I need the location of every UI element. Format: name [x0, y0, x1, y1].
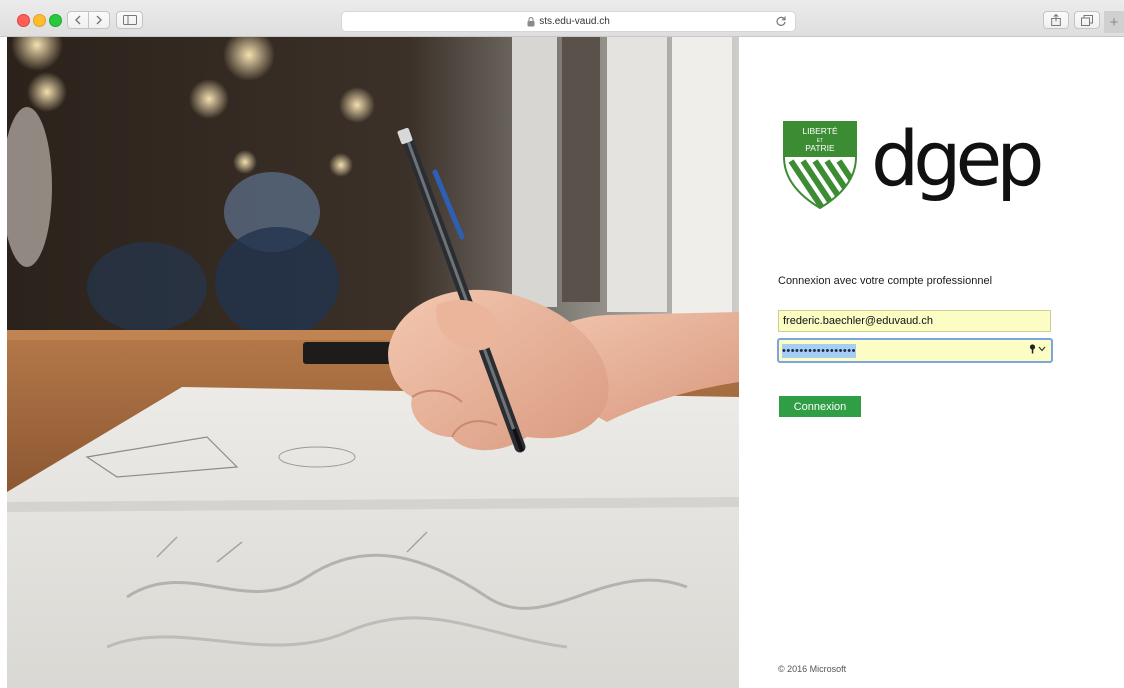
copyright-text: © 2016 Microsoft	[778, 664, 847, 674]
reload-button[interactable]	[775, 15, 787, 27]
share-button[interactable]	[1043, 11, 1069, 29]
password-field[interactable]: •••••••••••••••••	[780, 341, 1000, 360]
password-field-wrapper[interactable]: •••••••••••••••••	[777, 338, 1053, 363]
dgep-logo-text: dgep	[871, 114, 1045, 203]
url-text: sts.edu-vaud.ch	[539, 16, 610, 27]
chevron-right-icon	[96, 15, 102, 25]
browser-toolbar: sts.edu-vaud.ch +	[0, 0, 1124, 37]
hero-photo	[7, 37, 739, 688]
plus-icon: +	[1109, 13, 1119, 31]
reload-icon	[776, 16, 786, 26]
zoom-window-button[interactable]	[49, 14, 62, 27]
sidebar-toggle-button[interactable]	[116, 11, 143, 29]
password-autofill-button[interactable]	[1029, 344, 1047, 354]
share-icon	[1051, 14, 1061, 26]
close-window-button[interactable]	[17, 14, 30, 27]
sidebar-icon	[122, 15, 137, 25]
key-icon	[1029, 344, 1046, 354]
password-mask: •••••••••••••••••	[782, 343, 856, 358]
tabs-icon	[1081, 14, 1093, 26]
address-bar[interactable]: sts.edu-vaud.ch	[341, 11, 796, 32]
brand-logo: LIBERTÉ ET PATRIE dgep	[783, 114, 1045, 209]
crest-line-3: PATRIE	[805, 143, 835, 153]
chevron-left-icon	[75, 15, 81, 25]
lock-icon	[527, 16, 535, 27]
back-button[interactable]	[68, 12, 89, 28]
login-title: Connexion avec votre compte professionne…	[778, 275, 993, 287]
email-field[interactable]	[778, 310, 1051, 332]
minimize-window-button[interactable]	[33, 14, 46, 27]
writing-hand-photo	[7, 37, 739, 688]
vaud-crest-icon: LIBERTÉ ET PATRIE	[783, 121, 857, 209]
crest-line-1: LIBERTÉ	[802, 126, 838, 136]
signin-button[interactable]: Connexion	[779, 396, 861, 417]
forward-button[interactable]	[89, 12, 109, 28]
show-tabs-button[interactable]	[1074, 11, 1100, 29]
signin-panel: LIBERTÉ ET PATRIE dgep Connexion avec vo…	[739, 37, 1124, 688]
history-nav-group	[67, 11, 110, 29]
new-tab-button[interactable]: +	[1104, 11, 1124, 33]
